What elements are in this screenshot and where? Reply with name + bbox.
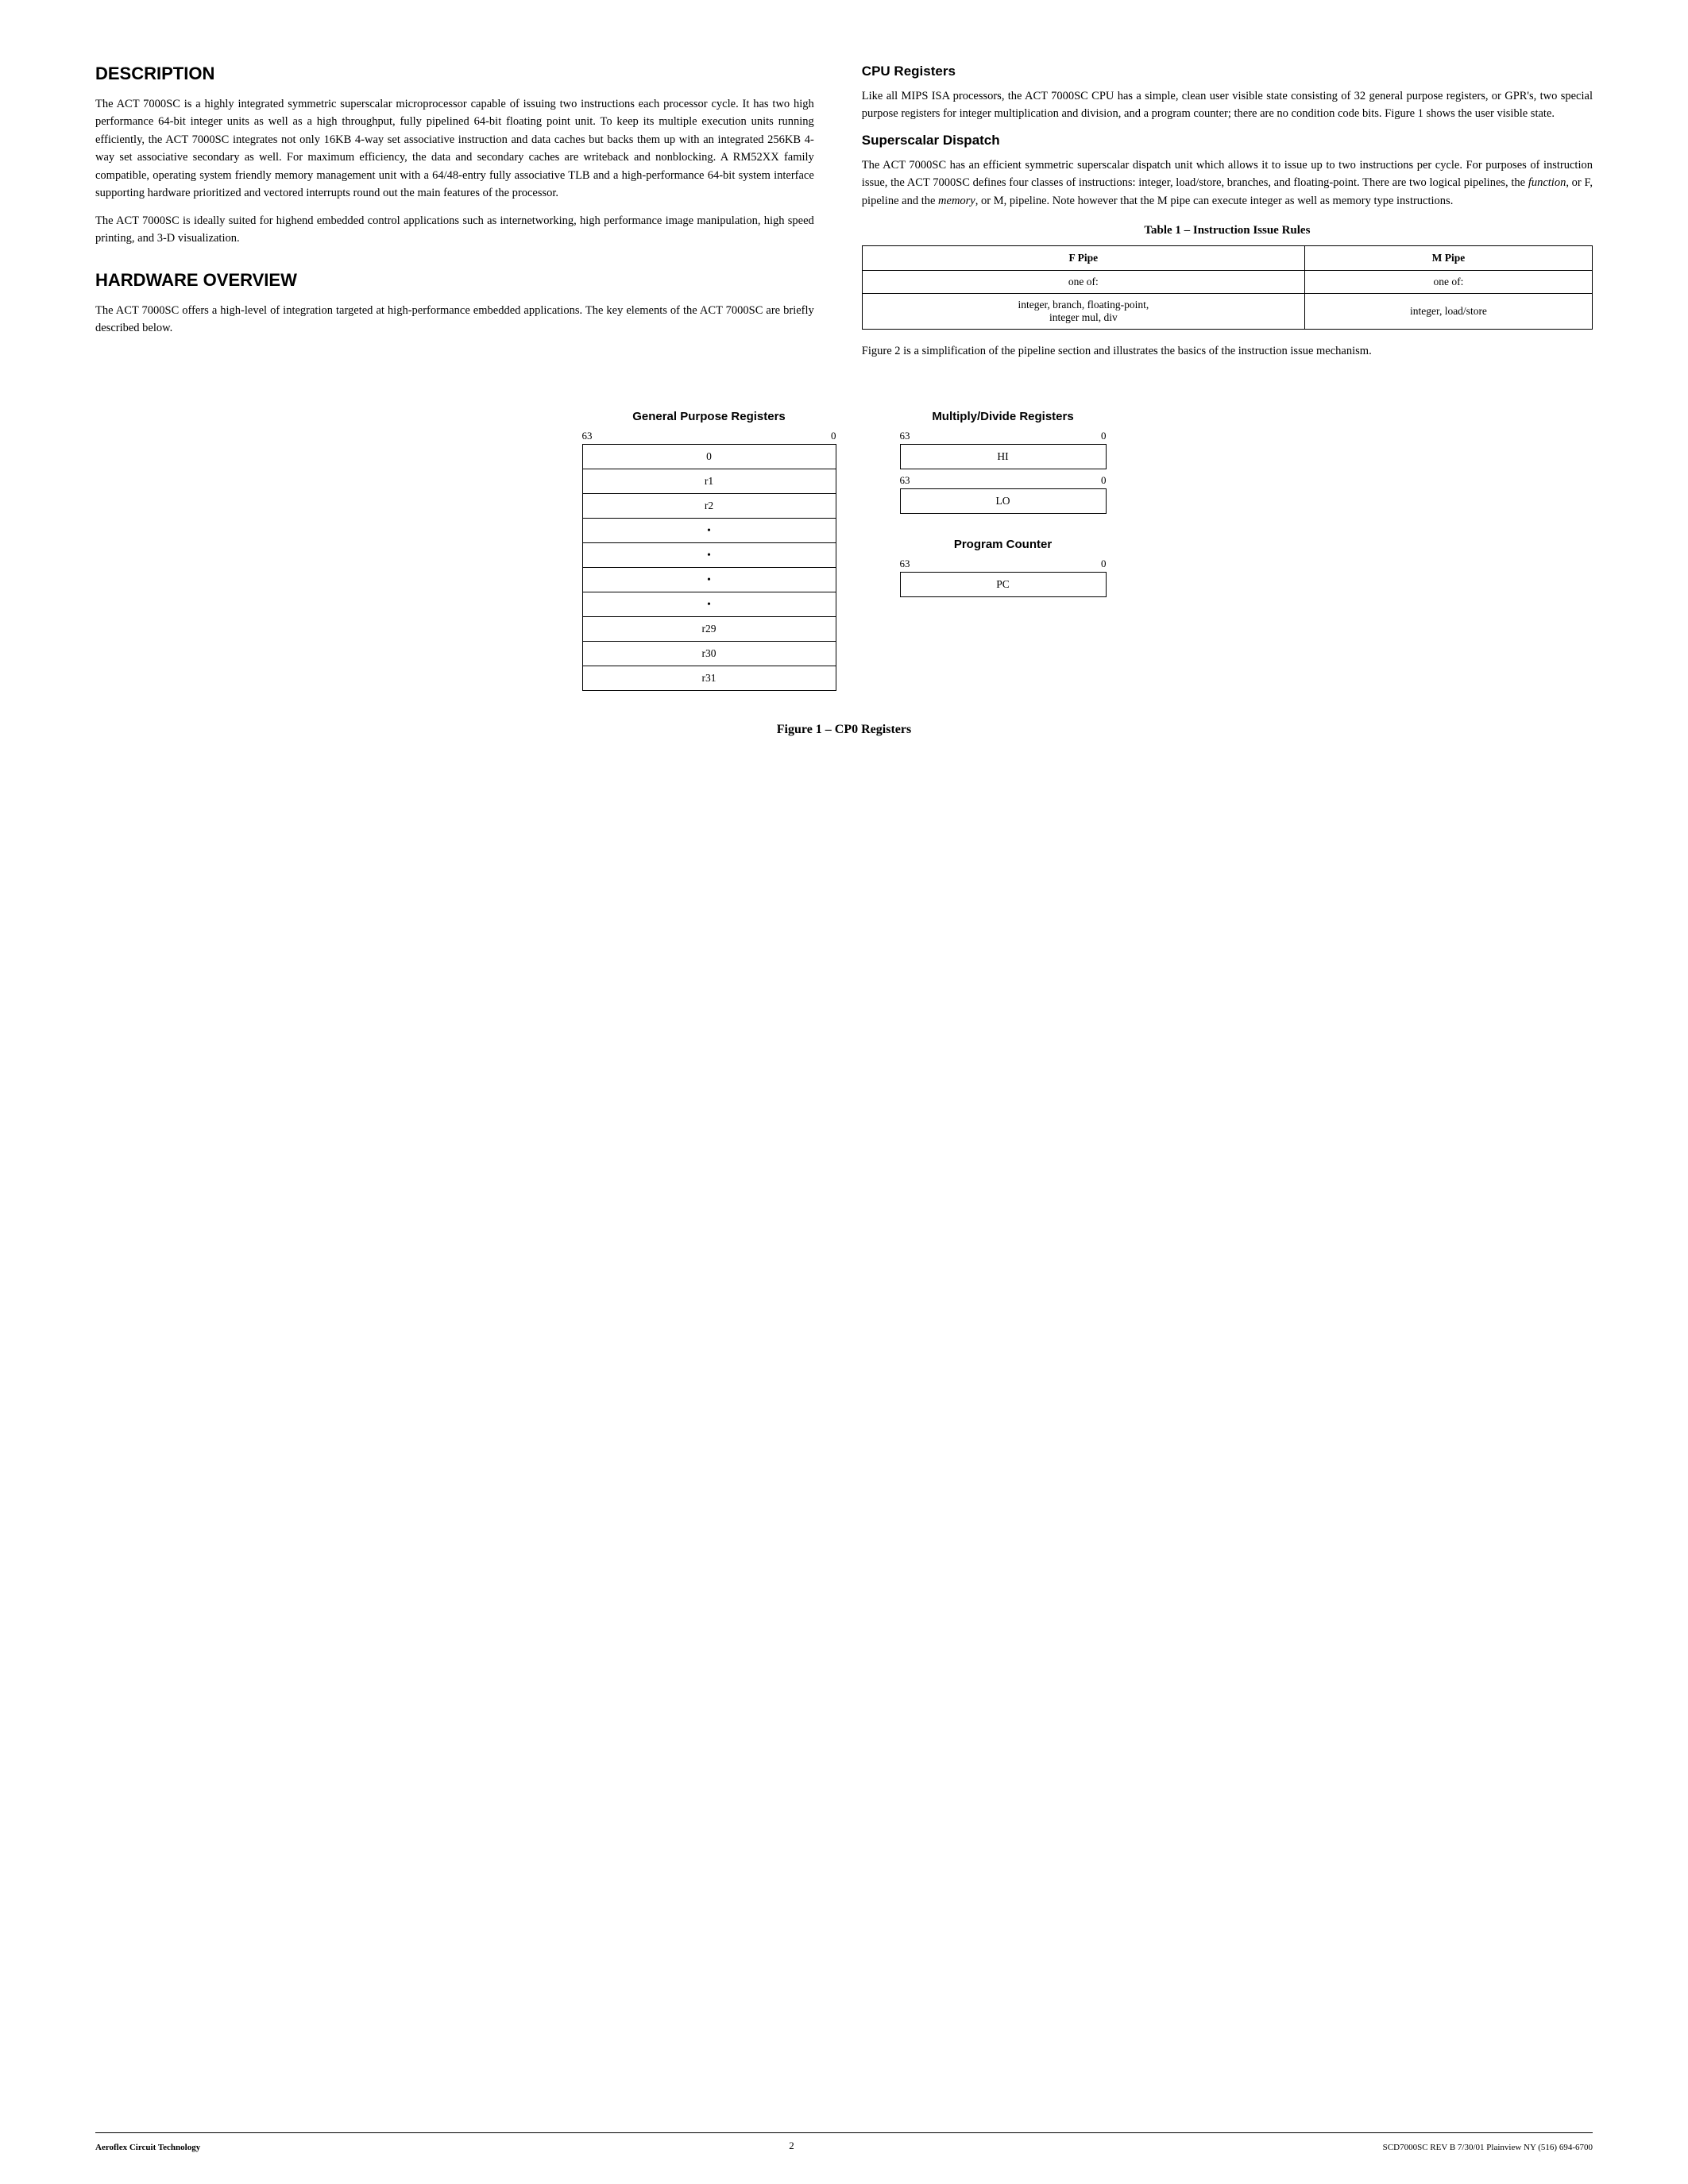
figure-caption: Figure 1 – CP0 Registers — [95, 723, 1593, 737]
gpr-range-end: 0 — [831, 430, 836, 442]
gpr-row-5: • — [582, 568, 836, 592]
lo-register: LO — [900, 488, 1107, 514]
table-row-2: integer, branch, floating-point,integer … — [862, 294, 1592, 330]
footer: Aeroflex Circuit Technology 2 SCD7000SC … — [95, 2132, 1593, 2152]
gpr-row-1: r1 — [582, 469, 836, 494]
pipeline-note: Figure 2 is a simplification of the pipe… — [862, 342, 1593, 360]
description-para-1: The ACT 7000SC is a highly integrated sy… — [95, 95, 814, 203]
pc-title: Program Counter — [900, 538, 1107, 551]
table-cell-m1: one of: — [1304, 271, 1592, 294]
pc-register: PC — [900, 572, 1107, 597]
md-lo-range-end: 0 — [1101, 474, 1107, 487]
program-counter-group: Program Counter 63 0 PC — [900, 538, 1107, 597]
gpr-range: 63 0 — [582, 430, 836, 442]
hardware-overview-section: HARDWARE OVERVIEW The ACT 7000SC offers … — [95, 270, 814, 338]
pc-range: 63 0 — [900, 558, 1107, 570]
hi-register: HI — [900, 444, 1107, 469]
left-column: DESCRIPTION The ACT 7000SC is a highly i… — [95, 64, 814, 370]
table-header-fpipe: F Pipe — [862, 246, 1304, 271]
table1-section: Table 1 – Instruction Issue Rules F Pipe… — [862, 224, 1593, 330]
table-cell-f2: integer, branch, floating-point,integer … — [862, 294, 1304, 330]
md-hi-range-start: 63 — [900, 430, 910, 442]
gpr-row-3: • — [582, 519, 836, 543]
gpr-range-start: 63 — [582, 430, 593, 442]
table-cell-f1: one of: — [862, 271, 1304, 294]
gpr-title: General Purpose Registers — [582, 410, 836, 423]
md-lo-range-start: 63 — [900, 474, 910, 487]
md-title: Multiply/Divide Registers — [900, 410, 1107, 423]
footer-center: 2 — [789, 2140, 794, 2152]
table-header-mpipe: M Pipe — [1304, 246, 1592, 271]
gpr-row-8: r30 — [582, 642, 836, 666]
cpu-registers-title: CPU Registers — [862, 64, 1593, 79]
description-para-2: The ACT 7000SC is ideally suited for hig… — [95, 212, 814, 248]
gpr-group: General Purpose Registers 63 0 0 r1 r2 •… — [582, 410, 836, 691]
gpr-row-0: 0 — [582, 444, 836, 469]
hardware-overview-para: The ACT 7000SC offers a high-level of in… — [95, 302, 814, 338]
footer-left: Aeroflex Circuit Technology — [95, 2143, 200, 2152]
footer-right: SCD7000SC REV B 7/30/01 Plainview NY (51… — [1383, 2143, 1593, 2152]
superscalar-dispatch-title: Superscalar Dispatch — [862, 133, 1593, 149]
gpr-row-2: r2 — [582, 494, 836, 519]
hardware-overview-title: HARDWARE OVERVIEW — [95, 270, 814, 291]
table-row-1: one of: one of: — [862, 271, 1592, 294]
pc-range-start: 63 — [900, 558, 910, 570]
figure-area: General Purpose Registers 63 0 0 r1 r2 •… — [95, 410, 1593, 691]
md-hi-range-end: 0 — [1101, 430, 1107, 442]
gpr-row-9: r31 — [582, 666, 836, 691]
gpr-row-6: • — [582, 592, 836, 617]
table1-caption: Table 1 – Instruction Issue Rules — [862, 224, 1593, 237]
main-content: DESCRIPTION The ACT 7000SC is a highly i… — [95, 64, 1593, 370]
gpr-row-7: r29 — [582, 617, 836, 642]
page: DESCRIPTION The ACT 7000SC is a highly i… — [0, 0, 1688, 2184]
gpr-registers: 0 r1 r2 • • • • r29 r30 r31 — [582, 444, 836, 691]
gpr-row-4: • — [582, 543, 836, 568]
md-lo-range: 63 0 — [900, 474, 1107, 487]
superscalar-dispatch-para: The ACT 7000SC has an efficient symmetri… — [862, 156, 1593, 210]
multiply-divide-group: Multiply/Divide Registers 63 0 HI 63 0 L… — [900, 410, 1107, 514]
issue-rules-table: F Pipe M Pipe one of: one of: integer, b… — [862, 245, 1593, 330]
table-cell-m2: integer, load/store — [1304, 294, 1592, 330]
right-registers: Multiply/Divide Registers 63 0 HI 63 0 L… — [900, 410, 1107, 691]
description-title: DESCRIPTION — [95, 64, 814, 84]
right-column: CPU Registers Like all MIPS ISA processo… — [862, 64, 1593, 370]
cpu-registers-para: Like all MIPS ISA processors, the ACT 70… — [862, 87, 1593, 123]
pc-range-end: 0 — [1101, 558, 1107, 570]
md-hi-range: 63 0 — [900, 430, 1107, 442]
